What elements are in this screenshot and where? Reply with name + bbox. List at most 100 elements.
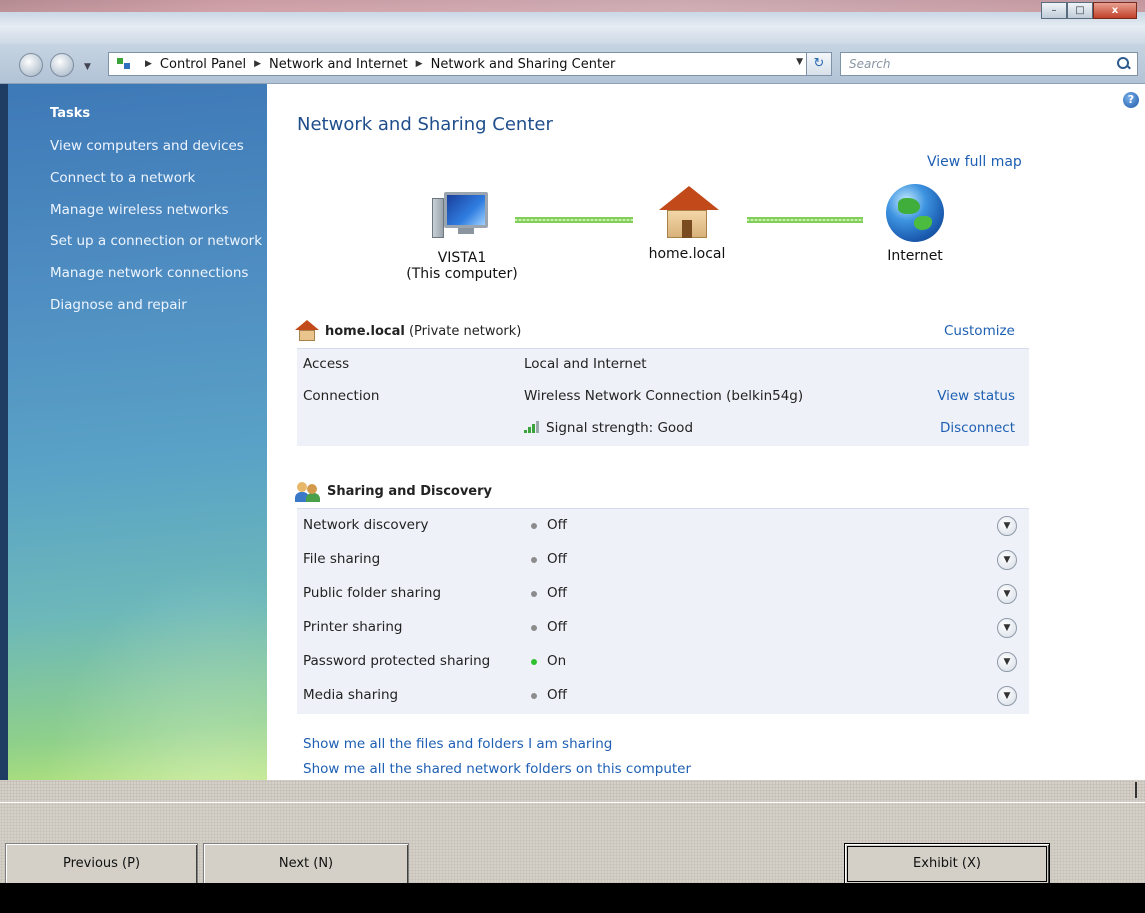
connection-label: Connection <box>303 388 380 404</box>
search-icon[interactable] <box>1117 57 1131 71</box>
sharing-item-label: File sharing <box>303 551 381 567</box>
view-status-link[interactable]: View status <box>937 388 1015 404</box>
computer-name: VISTA1 <box>437 250 487 266</box>
next-button[interactable]: Next (N) <box>203 843 409 885</box>
access-row: Access Local and Internet <box>297 349 1029 381</box>
access-label: Access <box>303 356 350 372</box>
chevron-down-icon[interactable]: ▼ <box>997 516 1017 536</box>
control-panel-icon <box>115 56 133 72</box>
sharing-section-title: Sharing and Discovery <box>327 483 493 499</box>
horizontal-scroll-area <box>0 780 1145 802</box>
network-section-name: home.local <box>325 323 405 339</box>
access-value: Local and Internet <box>524 356 647 372</box>
exhibit-button[interactable]: Exhibit (X) <box>844 843 1050 885</box>
sharing-item-label: Public folder sharing <box>303 585 442 601</box>
previous-button[interactable]: Previous (P) <box>5 843 198 885</box>
view-full-map-link[interactable]: View full map <box>927 154 1022 170</box>
network-section-type: (Private network) <box>408 323 522 339</box>
sharing-row-public-folder-sharing[interactable]: Public folder sharing Off ▼ <box>297 577 1029 611</box>
map-node-computer[interactable]: VISTA1 (This computer) <box>397 188 527 282</box>
close-button[interactable]: x <box>1093 2 1137 19</box>
house-icon <box>657 184 719 240</box>
computer-subtitle: (This computer) <box>406 266 518 282</box>
main-content: ? Network and Sharing Center View full m… <box>267 84 1145 780</box>
sharing-item-label: Media sharing <box>303 687 399 703</box>
breadcrumb-control-panel[interactable]: Control Panel <box>160 57 246 72</box>
window-controls: – □ x <box>1041 2 1137 19</box>
chevron-down-icon[interactable]: ▼ <box>997 686 1017 706</box>
signal-strength-icon <box>524 421 542 433</box>
sharing-people-icon <box>295 480 321 502</box>
disconnect-link[interactable]: Disconnect <box>940 420 1015 436</box>
status-dot-icon <box>531 557 537 563</box>
signal-strength-text: Signal strength: Good <box>546 420 694 436</box>
show-shared-folders-link[interactable]: Show me all the shared network folders o… <box>303 761 691 777</box>
search-placeholder: Search <box>849 57 891 71</box>
network-name: home.local <box>648 246 726 262</box>
breadcrumb-arrow-icon[interactable]: ▶ <box>416 59 423 69</box>
computer-icon <box>432 188 492 244</box>
sharing-row-password-protected-sharing[interactable]: Password protected sharing On ▼ <box>297 645 1029 679</box>
status-dot-icon <box>531 591 537 597</box>
sharing-item-label: Printer sharing <box>303 619 403 635</box>
scrollbar-marker[interactable] <box>1135 782 1137 798</box>
search-input[interactable]: Search <box>840 52 1138 76</box>
minimize-button[interactable]: – <box>1041 2 1067 19</box>
status-dot-icon <box>531 693 537 699</box>
map-node-network[interactable]: home.local <box>627 184 747 262</box>
back-button[interactable] <box>19 53 43 77</box>
sharing-item-value: Off <box>547 551 567 567</box>
breadcrumb-arrow-icon[interactable]: ▶ <box>145 59 152 69</box>
navigation-bar: ▼ ▶ Control Panel ▶ Network and Internet… <box>0 44 1145 84</box>
house-icon <box>295 320 319 342</box>
customize-link[interactable]: Customize <box>944 323 1015 339</box>
title-bar: – □ x <box>0 0 1145 44</box>
network-details-panel: Access Local and Internet Connection Wir… <box>297 348 1029 446</box>
sharing-item-value: Off <box>547 517 567 533</box>
forward-button[interactable] <box>50 53 74 77</box>
sidebar-link-manage-connections[interactable]: Manage network connections <box>50 265 248 281</box>
address-dropdown-icon[interactable]: ▼ <box>796 57 803 67</box>
sidebar-link-setup-connection[interactable]: Set up a connection or network <box>50 233 262 249</box>
sharing-row-network-discovery[interactable]: Network discovery Off ▼ <box>297 509 1029 543</box>
chevron-down-icon[interactable]: ▼ <box>997 618 1017 638</box>
chevron-down-icon[interactable]: ▼ <box>997 550 1017 570</box>
sharing-section-header: Sharing and Discovery <box>295 480 492 502</box>
sidebar-decoration <box>8 520 267 780</box>
status-dot-icon <box>531 659 537 665</box>
connection-line-computer-network <box>515 217 633 223</box>
breadcrumb-arrow-icon[interactable]: ▶ <box>254 59 261 69</box>
sidebar-link-view-computers[interactable]: View computers and devices <box>50 138 244 154</box>
sharing-row-media-sharing[interactable]: Media sharing Off ▼ <box>297 679 1029 713</box>
recent-pages-dropdown[interactable]: ▼ <box>84 62 91 72</box>
sidebar-link-manage-wireless[interactable]: Manage wireless networks <box>50 202 229 218</box>
page-title: Network and Sharing Center <box>297 114 553 135</box>
sharing-item-label: Password protected sharing <box>303 653 491 669</box>
help-icon[interactable]: ? <box>1123 92 1139 108</box>
chevron-down-icon[interactable]: ▼ <box>997 584 1017 604</box>
signal-row: Signal strength: Good Disconnect <box>297 413 1029 445</box>
sidebar-link-connect-network[interactable]: Connect to a network <box>50 170 195 186</box>
connection-value: Wireless Network Connection (belkin54g) <box>524 388 804 404</box>
signal-strength: Signal strength: Good <box>524 420 693 436</box>
status-dot-icon <box>531 625 537 631</box>
sharing-row-file-sharing[interactable]: File sharing Off ▼ <box>297 543 1029 577</box>
internet-label: Internet <box>887 248 943 264</box>
refresh-button[interactable]: ↻ <box>806 52 832 76</box>
connection-row: Connection Wireless Network Connection (… <box>297 381 1029 413</box>
chevron-down-icon[interactable]: ▼ <box>997 652 1017 672</box>
sidebar-link-diagnose-repair[interactable]: Diagnose and repair <box>50 297 187 313</box>
sharing-row-printer-sharing[interactable]: Printer sharing Off ▼ <box>297 611 1029 645</box>
map-node-internet[interactable]: Internet <box>865 184 965 264</box>
address-bar[interactable]: ▶ Control Panel ▶ Network and Internet ▶… <box>108 52 832 76</box>
breadcrumb-network-and-internet[interactable]: Network and Internet <box>269 57 408 72</box>
sharing-settings-panel: Network discovery Off ▼ File sharing Off… <box>297 508 1029 714</box>
breadcrumb-network-and-sharing-center[interactable]: Network and Sharing Center <box>431 57 616 72</box>
sharing-item-value: Off <box>547 585 567 601</box>
maximize-button[interactable]: □ <box>1067 2 1093 19</box>
bottom-black-bar <box>0 883 1145 913</box>
sharing-item-value: Off <box>547 687 567 703</box>
show-shared-files-link[interactable]: Show me all the files and folders I am s… <box>303 736 612 752</box>
globe-icon <box>886 184 944 242</box>
sidebar-title: Tasks <box>50 106 91 121</box>
